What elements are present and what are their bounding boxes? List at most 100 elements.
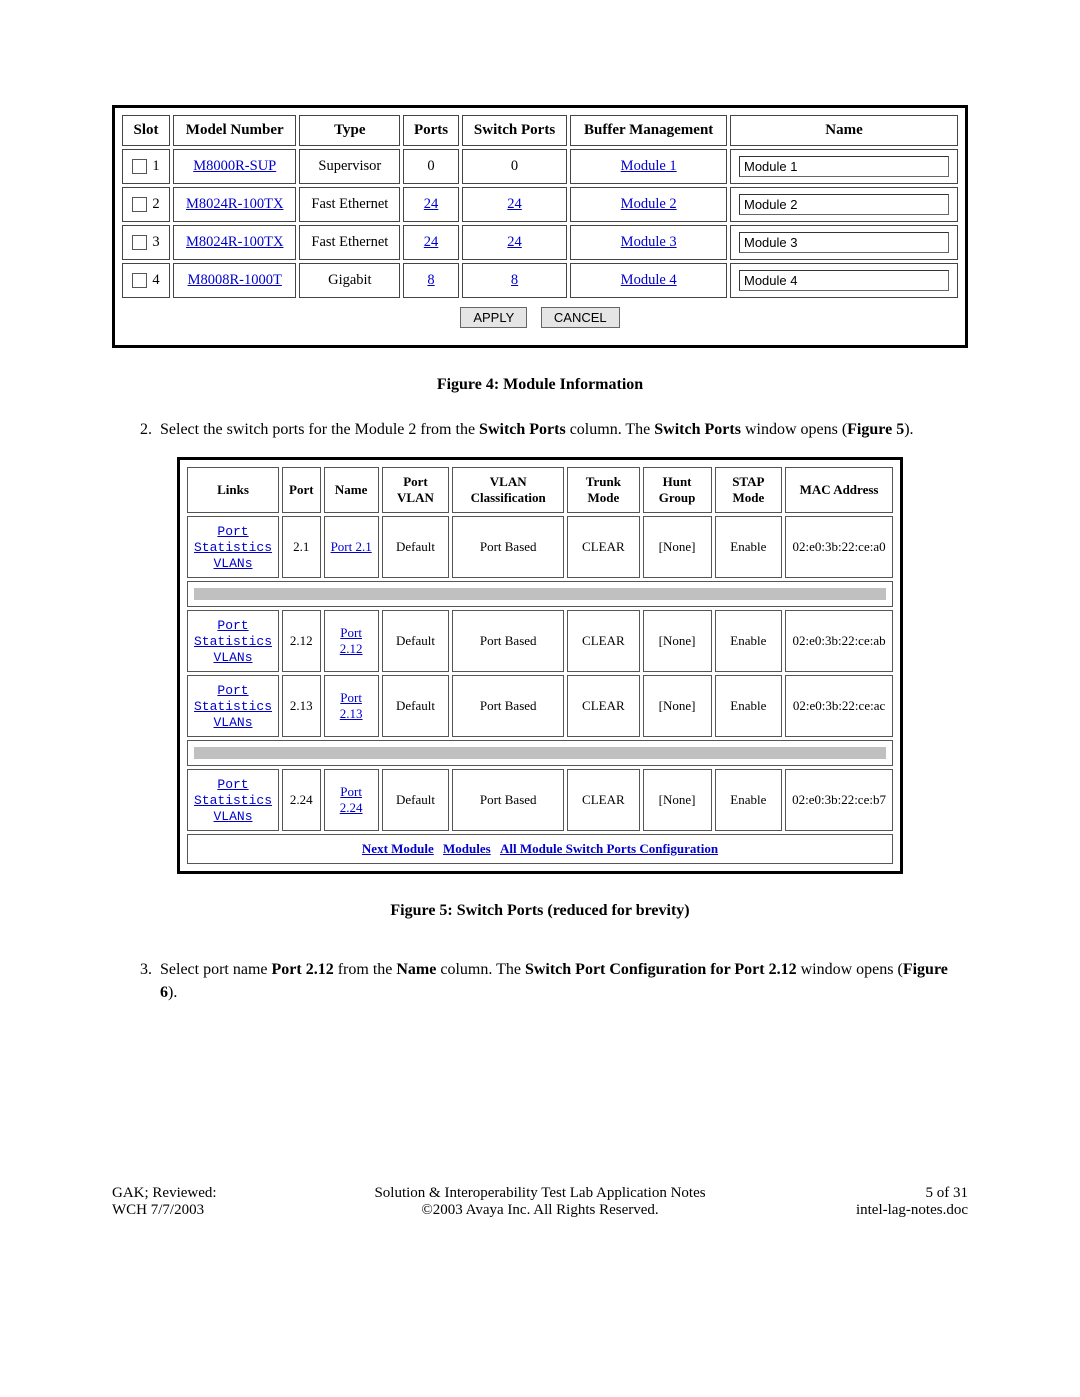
modules-link[interactable]: Modules xyxy=(443,841,491,856)
port-name-link[interactable]: Port 2.1 xyxy=(331,539,372,554)
row-link[interactable]: Port xyxy=(217,683,248,698)
type-cell: Fast Ethernet xyxy=(299,225,400,260)
row-link[interactable]: Statistics xyxy=(194,793,272,808)
sw-col-name: Name xyxy=(324,467,379,513)
switch-ports-link[interactable]: 8 xyxy=(511,272,518,288)
stap-cell: Enable xyxy=(715,769,782,831)
mac-cell: 02:e0:3b:22:ce:b7 xyxy=(785,769,893,831)
module-row: 2M8024R-100TXFast Ethernet2424Module 2 xyxy=(122,187,958,222)
name-input[interactable] xyxy=(739,156,949,177)
stap-cell: Enable xyxy=(715,675,782,737)
module-row: 3 M8024R-100TX Fast Ethernet 24 24 Module 3 xyxy=(122,225,958,260)
links-cell: PortStatisticsVLANs xyxy=(187,610,279,672)
module-table-frame: Slot Model Number Type Ports Switch Port… xyxy=(112,105,968,348)
type-cell: Supervisor xyxy=(299,149,400,184)
links-cell: PortStatisticsVLANs xyxy=(187,516,279,578)
slot-checkbox[interactable] xyxy=(132,159,147,174)
ellipsis-separator xyxy=(187,740,893,766)
row-link[interactable]: Port xyxy=(217,524,248,539)
col-switch-ports: Switch Ports xyxy=(462,115,568,146)
model-link[interactable]: M8008R-1000T xyxy=(188,272,282,288)
row-link[interactable]: VLANs xyxy=(214,556,253,571)
footer-right: 5 of 31intel-lag-notes.doc xyxy=(768,1185,968,1219)
type-cell: Fast Ethernet xyxy=(299,187,400,222)
row-link[interactable]: VLANs xyxy=(214,650,253,665)
sw-col-mac: MAC Address xyxy=(785,467,893,513)
ports-link[interactable]: 24 xyxy=(424,234,439,250)
switch-port-row: PortStatisticsVLANs2.1Port 2.1DefaultPor… xyxy=(187,516,893,578)
pvlan-cell: Default xyxy=(382,675,449,737)
port-cell: 2.1 xyxy=(282,516,321,578)
next-module-link[interactable]: Next Module xyxy=(362,841,434,856)
col-type: Type xyxy=(299,115,400,146)
buffer-link[interactable]: Module 4 xyxy=(621,272,677,288)
col-name: Name xyxy=(730,115,958,146)
row-link[interactable]: Statistics xyxy=(194,634,272,649)
port-cell: 2.13 xyxy=(282,675,321,737)
step-3: 3. Select port name Port 2.12 from the N… xyxy=(112,958,968,1004)
slot-number: 4 xyxy=(152,272,159,288)
step-2: 2. Select the switch ports for the Modul… xyxy=(112,418,968,441)
vclass-cell: Port Based xyxy=(452,675,564,737)
module-row: 1M8000R-SUPSupervisor00Module 1 xyxy=(122,149,958,184)
slot-checkbox[interactable] xyxy=(132,273,147,288)
step-2-number: 2. xyxy=(112,418,160,441)
slot-checkbox[interactable] xyxy=(132,197,147,212)
model-link[interactable]: M8000R-SUP xyxy=(193,158,276,174)
col-model: Model Number xyxy=(173,115,296,146)
apply-button[interactable]: APPLY xyxy=(460,307,527,328)
switch-ports-frame: Links Port Name Port VLAN VLAN Classific… xyxy=(177,457,903,874)
buffer-link[interactable]: Module 3 xyxy=(621,234,677,250)
ports-link[interactable]: 24 xyxy=(424,196,439,212)
name-input[interactable] xyxy=(739,194,949,215)
col-ports: Ports xyxy=(403,115,458,146)
vclass-cell: Port Based xyxy=(452,769,564,831)
footer-center: Solution & Interoperability Test Lab App… xyxy=(312,1185,768,1219)
buffer-link[interactable]: Module 2 xyxy=(621,196,677,212)
ports-link[interactable]: 8 xyxy=(427,272,434,288)
switch-ports-cell: 0 xyxy=(462,149,568,184)
row-link[interactable]: Port xyxy=(217,777,248,792)
trunk-cell: CLEAR xyxy=(567,516,639,578)
step-2-body: Select the switch ports for the Module 2… xyxy=(160,418,968,441)
switch-port-row: PortStatisticsVLANs2.12Port 2.12DefaultP… xyxy=(187,610,893,672)
name-input[interactable] xyxy=(739,270,949,291)
cancel-button[interactable]: CANCEL xyxy=(541,307,620,328)
sw-col-vclass: VLAN Classification xyxy=(452,467,564,513)
switch-ports-header-row: Links Port Name Port VLAN VLAN Classific… xyxy=(187,467,893,513)
row-link[interactable]: Port xyxy=(217,618,248,633)
name-input[interactable] xyxy=(739,232,949,253)
sw-col-links: Links xyxy=(187,467,279,513)
links-cell: PortStatisticsVLANs xyxy=(187,769,279,831)
port-cell: 2.24 xyxy=(282,769,321,831)
slot-checkbox[interactable] xyxy=(132,235,147,250)
slot-number: 1 xyxy=(152,158,159,174)
links-cell: PortStatisticsVLANs xyxy=(187,675,279,737)
col-slot: Slot xyxy=(122,115,170,146)
model-link[interactable]: M8024R-100TX xyxy=(186,196,283,212)
switch-ports-table: Links Port Name Port VLAN VLAN Classific… xyxy=(184,464,896,867)
port-cell: 2.12 xyxy=(282,610,321,672)
hunt-cell: [None] xyxy=(643,769,712,831)
switch-ports-link[interactable]: 24 xyxy=(507,196,522,212)
button-bar: APPLY CANCEL xyxy=(130,301,950,332)
switch-ports-link[interactable]: 24 xyxy=(507,234,522,250)
row-link[interactable]: VLANs xyxy=(214,715,253,730)
buffer-link[interactable]: Module 1 xyxy=(621,158,677,174)
model-link[interactable]: M8024R-100TX xyxy=(186,234,283,250)
row-link[interactable]: VLANs xyxy=(214,809,253,824)
port-name-link[interactable]: Port 2.24 xyxy=(340,784,363,815)
slot-number: 3 xyxy=(152,234,159,250)
sw-col-hunt: Hunt Group xyxy=(643,467,712,513)
pvlan-cell: Default xyxy=(382,610,449,672)
port-name-link[interactable]: Port 2.12 xyxy=(340,625,363,656)
all-module-config-link[interactable]: All Module Switch Ports Configuration xyxy=(500,841,718,856)
row-link[interactable]: Statistics xyxy=(194,540,272,555)
sw-col-trunk: Trunk Mode xyxy=(567,467,639,513)
row-link[interactable]: Statistics xyxy=(194,699,272,714)
port-name-link[interactable]: Port 2.13 xyxy=(340,690,363,721)
module-row: 4M8008R-1000TGigabit88Module 4 xyxy=(122,263,958,298)
switch-footer-links: Next Module Modules All Module Switch Po… xyxy=(187,834,893,864)
footer-left: GAK; Reviewed:WCH 7/7/2003 xyxy=(112,1185,312,1219)
ports-cell: 0 xyxy=(403,149,458,184)
